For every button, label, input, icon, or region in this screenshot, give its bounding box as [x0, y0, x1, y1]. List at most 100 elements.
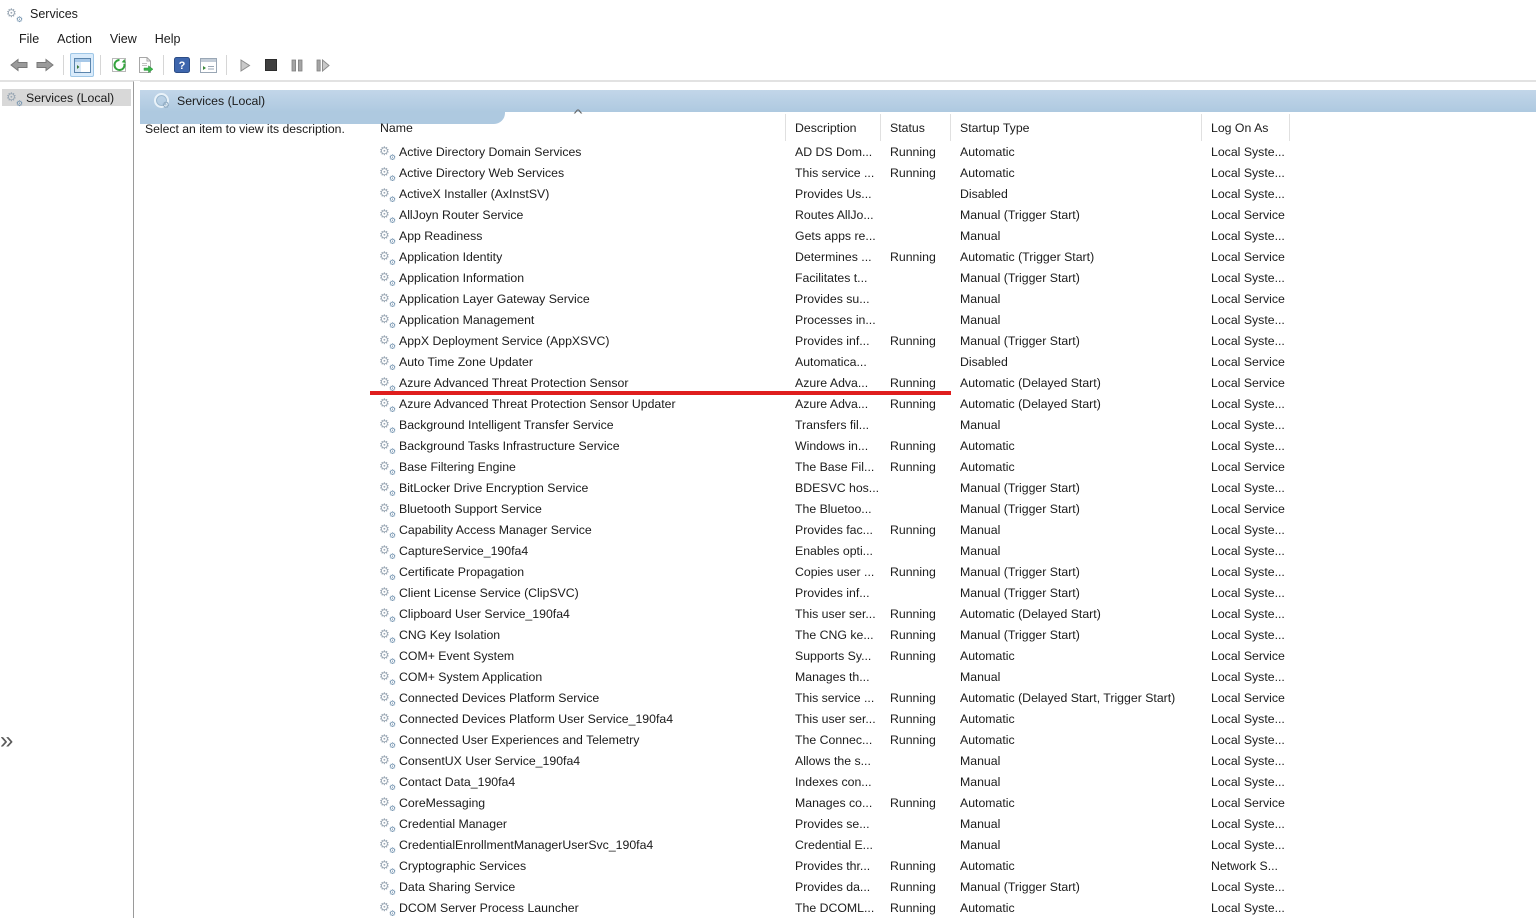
service-name-cell[interactable]: ⚙⚙COM+ Event System — [370, 648, 786, 664]
service-name-cell[interactable]: ⚙⚙Data Sharing Service — [370, 879, 786, 895]
service-name-cell[interactable]: ⚙⚙App Readiness — [370, 228, 786, 244]
table-row[interactable]: ⚙⚙AppX Deployment Service (AppXSVC)Provi… — [370, 330, 1536, 351]
show-console-tree-icon[interactable] — [70, 53, 94, 77]
service-name-cell[interactable]: ⚙⚙Background Tasks Infrastructure Servic… — [370, 438, 786, 454]
table-row[interactable]: ⚙⚙App ReadinessGets apps re...ManualLoca… — [370, 225, 1536, 246]
start-service-icon[interactable] — [233, 53, 257, 77]
column-header-startup-type[interactable]: Startup Type — [951, 114, 1202, 141]
table-row[interactable]: ⚙⚙Connected Devices Platform User Servic… — [370, 708, 1536, 729]
table-row[interactable]: ⚙⚙Application IdentityDetermines ...Runn… — [370, 246, 1536, 267]
table-row[interactable]: ⚙⚙Data Sharing ServiceProvides da...Runn… — [370, 876, 1536, 897]
service-name-cell[interactable]: ⚙⚙AppX Deployment Service (AppXSVC) — [370, 333, 786, 349]
export-list-icon[interactable] — [133, 53, 157, 77]
service-name-cell[interactable]: ⚙⚙Certificate Propagation — [370, 564, 786, 580]
tree-item-services-local[interactable]: ⚙ ⚙ Services (Local) — [2, 89, 131, 106]
service-name-cell[interactable]: ⚙⚙Bluetooth Support Service — [370, 501, 786, 517]
service-gear-icon: ⚙⚙ — [379, 312, 395, 328]
service-name-cell[interactable]: ⚙⚙CoreMessaging — [370, 795, 786, 811]
service-rows: ⚙⚙Active Directory Domain ServicesAD DS … — [370, 141, 1536, 918]
table-row[interactable]: ⚙⚙Client License Service (ClipSVC)Provid… — [370, 582, 1536, 603]
service-name-cell[interactable]: ⚙⚙BitLocker Drive Encryption Service — [370, 480, 786, 496]
back-arrow-icon[interactable] — [7, 53, 31, 77]
service-name-cell[interactable]: ⚙⚙Auto Time Zone Updater — [370, 354, 786, 370]
table-row[interactable]: ⚙⚙DCOM Server Process LauncherThe DCOML.… — [370, 897, 1536, 918]
table-row[interactable]: ⚙⚙CNG Key IsolationThe CNG ke...RunningM… — [370, 624, 1536, 645]
table-row[interactable]: ⚙⚙Active Directory Domain ServicesAD DS … — [370, 141, 1536, 162]
table-row[interactable]: ⚙⚙Auto Time Zone UpdaterAutomatica...Dis… — [370, 351, 1536, 372]
restart-service-icon[interactable] — [311, 53, 335, 77]
service-name-cell[interactable]: ⚙⚙CNG Key Isolation — [370, 627, 786, 643]
service-name-cell[interactable]: ⚙⚙Active Directory Web Services — [370, 165, 786, 181]
table-row[interactable]: ⚙⚙Clipboard User Service_190fa4This user… — [370, 603, 1536, 624]
table-row[interactable]: ⚙⚙AllJoyn Router ServiceRoutes AllJo...M… — [370, 204, 1536, 225]
table-row[interactable]: ⚙⚙Active Directory Web ServicesThis serv… — [370, 162, 1536, 183]
table-row[interactable]: ⚙⚙Azure Advanced Threat Protection Senso… — [370, 393, 1536, 414]
stop-service-icon[interactable] — [259, 53, 283, 77]
table-row[interactable]: ⚙⚙Application ManagementProcesses in...M… — [370, 309, 1536, 330]
table-row[interactable]: ⚙⚙CoreMessagingManages co...RunningAutom… — [370, 792, 1536, 813]
service-name-cell[interactable]: ⚙⚙Client License Service (ClipSVC) — [370, 585, 786, 601]
table-row[interactable]: ⚙⚙CaptureService_190fa4Enables opti...Ma… — [370, 540, 1536, 561]
service-name-cell[interactable]: ⚙⚙COM+ System Application — [370, 669, 786, 685]
table-row[interactable]: ⚙⚙Connected User Experiences and Telemet… — [370, 729, 1536, 750]
service-name-cell[interactable]: ⚙⚙Cryptographic Services — [370, 858, 786, 874]
table-row[interactable]: ⚙⚙Background Intelligent Transfer Servic… — [370, 414, 1536, 435]
table-row[interactable]: ⚙⚙BitLocker Drive Encryption ServiceBDES… — [370, 477, 1536, 498]
table-row[interactable]: ⚙⚙CredentialEnrollmentManagerUserSvc_190… — [370, 834, 1536, 855]
table-row[interactable]: ⚙⚙Azure Advanced Threat Protection Senso… — [370, 372, 1536, 393]
table-row[interactable]: ⚙⚙Bluetooth Support ServiceThe Bluetoo..… — [370, 498, 1536, 519]
service-name-cell[interactable]: ⚙⚙Capability Access Manager Service — [370, 522, 786, 538]
service-name-cell[interactable]: ⚙⚙DCOM Server Process Launcher — [370, 900, 786, 916]
menu-action[interactable]: Action — [48, 29, 101, 49]
table-row[interactable]: ⚙⚙Cryptographic ServicesProvides thr...R… — [370, 855, 1536, 876]
show-action-pane-icon[interactable] — [196, 53, 220, 77]
table-row[interactable]: ⚙⚙Certificate PropagationCopies user ...… — [370, 561, 1536, 582]
help-icon[interactable]: ? — [170, 53, 194, 77]
service-name-cell[interactable]: ⚙⚙Connected Devices Platform Service — [370, 690, 786, 706]
service-name-cell[interactable]: ⚙⚙Application Information — [370, 270, 786, 286]
column-header-description[interactable]: Description — [786, 114, 881, 141]
service-name-cell[interactable]: ⚙⚙Background Intelligent Transfer Servic… — [370, 417, 786, 433]
service-name: Client License Service (ClipSVC) — [399, 586, 579, 600]
service-name-cell[interactable]: ⚙⚙Credential Manager — [370, 816, 786, 832]
menu-file[interactable]: File — [10, 29, 48, 49]
service-name-cell[interactable]: ⚙⚙Application Management — [370, 312, 786, 328]
service-name-cell[interactable]: ⚙⚙Application Layer Gateway Service — [370, 291, 786, 307]
service-name-cell[interactable]: ⚙⚙ConsentUX User Service_190fa4 — [370, 753, 786, 769]
service-name-cell[interactable]: ⚙⚙Active Directory Domain Services — [370, 144, 786, 160]
service-name-cell[interactable]: ⚙⚙Contact Data_190fa4 — [370, 774, 786, 790]
table-row[interactable]: ⚙⚙ConsentUX User Service_190fa4Allows th… — [370, 750, 1536, 771]
table-row[interactable]: ⚙⚙Application Layer Gateway ServiceProvi… — [370, 288, 1536, 309]
service-name-cell[interactable]: ⚙⚙CredentialEnrollmentManagerUserSvc_190… — [370, 837, 786, 853]
pause-service-icon[interactable] — [285, 53, 309, 77]
service-name-cell[interactable]: ⚙⚙Azure Advanced Threat Protection Senso… — [370, 396, 786, 412]
list-header: Name ^ Description Status Startup Type L… — [370, 114, 1536, 141]
table-row[interactable]: ⚙⚙Background Tasks Infrastructure Servic… — [370, 435, 1536, 456]
table-row[interactable]: ⚙⚙Connected Devices Platform ServiceThis… — [370, 687, 1536, 708]
service-name-cell[interactable]: ⚙⚙Azure Advanced Threat Protection Senso… — [370, 375, 786, 391]
service-name-cell[interactable]: ⚙⚙Application Identity — [370, 249, 786, 265]
forward-arrow-icon[interactable] — [33, 53, 57, 77]
table-row[interactable]: ⚙⚙Application InformationFacilitates t..… — [370, 267, 1536, 288]
table-row[interactable]: ⚙⚙COM+ System ApplicationManages th...Ma… — [370, 666, 1536, 687]
service-name-cell[interactable]: ⚙⚙Clipboard User Service_190fa4 — [370, 606, 786, 622]
table-row[interactable]: ⚙⚙Capability Access Manager ServiceProvi… — [370, 519, 1536, 540]
table-row[interactable]: ⚙⚙ActiveX Installer (AxInstSV)Provides U… — [370, 183, 1536, 204]
service-name-cell[interactable]: ⚙⚙Connected User Experiences and Telemet… — [370, 732, 786, 748]
menu-help[interactable]: Help — [146, 29, 190, 49]
column-header-log-on-as[interactable]: Log On As — [1202, 114, 1290, 141]
service-name-cell[interactable]: ⚙⚙AllJoyn Router Service — [370, 207, 786, 223]
table-row[interactable]: ⚙⚙Credential ManagerProvides se...Manual… — [370, 813, 1536, 834]
service-name-cell[interactable]: ⚙⚙Connected Devices Platform User Servic… — [370, 711, 786, 727]
column-header-name[interactable]: Name ^ — [370, 114, 786, 141]
service-name-cell[interactable]: ⚙⚙ActiveX Installer (AxInstSV) — [370, 186, 786, 202]
refresh-icon[interactable] — [107, 53, 131, 77]
table-row[interactable]: ⚙⚙Contact Data_190fa4Indexes con...Manua… — [370, 771, 1536, 792]
column-header-status[interactable]: Status — [881, 114, 951, 141]
menu-view[interactable]: View — [101, 29, 146, 49]
table-row[interactable]: ⚙⚙Base Filtering EngineThe Base Fil...Ru… — [370, 456, 1536, 477]
table-row[interactable]: ⚙⚙COM+ Event SystemSupports Sy...Running… — [370, 645, 1536, 666]
overflow-chevron-icon[interactable]: » — [0, 727, 10, 755]
service-name-cell[interactable]: ⚙⚙Base Filtering Engine — [370, 459, 786, 475]
service-name-cell[interactable]: ⚙⚙CaptureService_190fa4 — [370, 543, 786, 559]
